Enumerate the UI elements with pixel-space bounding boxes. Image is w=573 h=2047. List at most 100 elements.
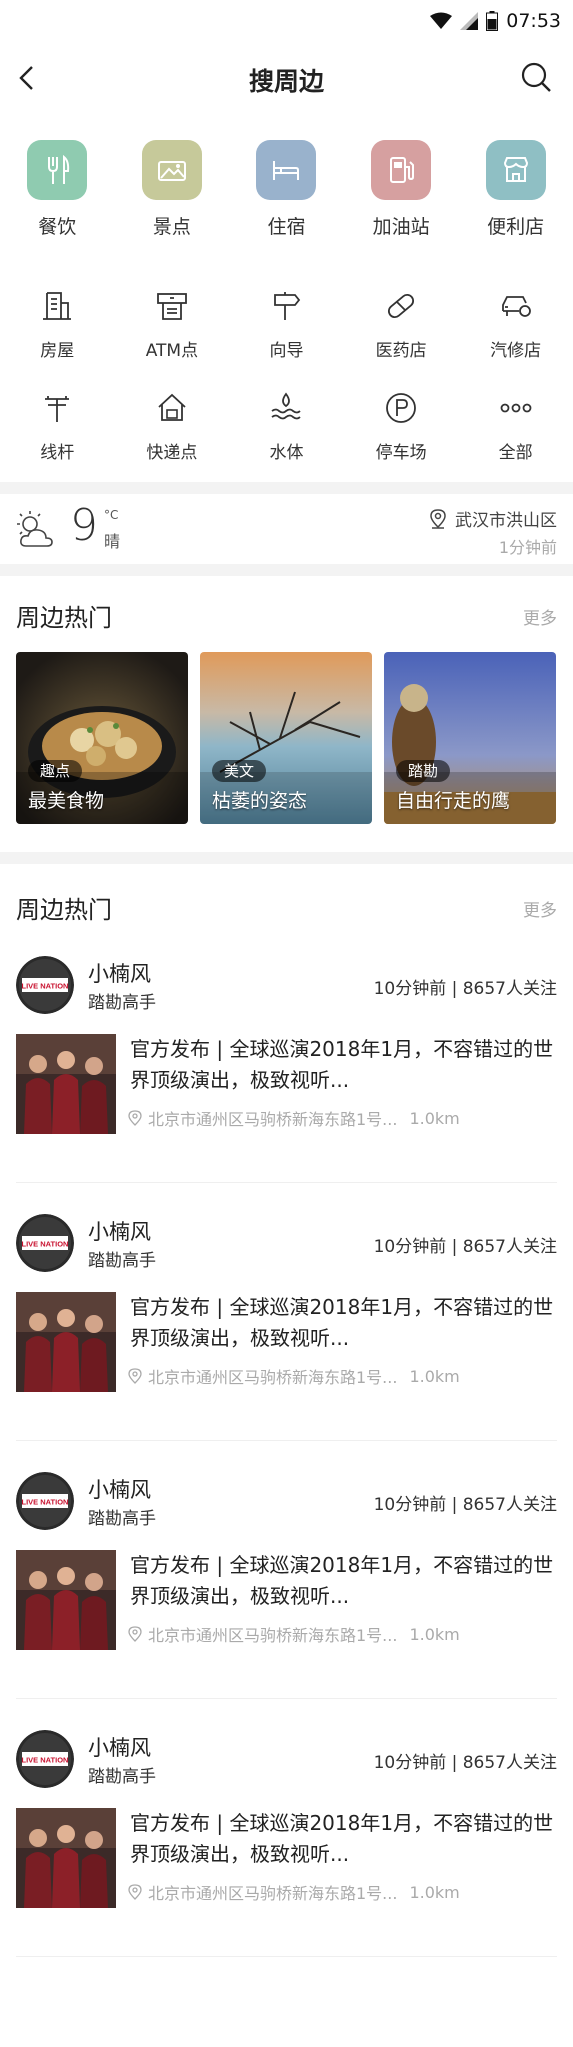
live-nation-logo: LIVE NATION	[16, 1472, 74, 1530]
grid-label: 汽修店	[490, 341, 542, 361]
post-title[interactable]: 官方发布 | 全球巡演2018年1月，不容错过的世界顶级演出，极致视听...	[130, 1808, 560, 1870]
grid-label: 快递点	[146, 443, 198, 463]
avatar-logo-text: LIVE NATION	[22, 1498, 69, 1507]
weather-temperature: 9	[70, 500, 98, 551]
hot-card-food[interactable]: 趣点 最美食物	[16, 652, 188, 824]
location-pin-icon	[430, 508, 446, 529]
utensils-icon	[27, 140, 88, 200]
post-address: 北京市通州区马驹桥新海东路1号... 1.0km	[128, 1622, 460, 1646]
building-icon	[37, 286, 77, 326]
distance-text: 1.0km	[409, 1882, 460, 1902]
grid-item-parking[interactable]: 停车场	[344, 388, 459, 468]
user-name: 小楠风	[88, 1736, 151, 1760]
pill-icon	[381, 286, 421, 326]
more-link[interactable]: 更多	[523, 604, 557, 629]
location[interactable]: 武汉市洪山区	[429, 506, 557, 531]
hot-card-article[interactable]: 美文 枯萎的姿态	[200, 652, 372, 824]
hot-card-title: 最美食物	[28, 790, 105, 812]
category-label: 便利店	[487, 216, 545, 238]
service-grid-row-1: 房屋 ATM点 向导 医药店 汽修店	[0, 286, 573, 366]
location-pin-icon	[128, 1884, 142, 1900]
user-role: 踏勘高手	[88, 1509, 156, 1529]
live-nation-logo: LIVE NATION	[16, 1214, 74, 1272]
grid-item-guide[interactable]: 向导	[229, 286, 344, 366]
category-label: 景点	[152, 216, 191, 238]
more-link[interactable]: 更多	[523, 896, 557, 921]
grid-item-pole[interactable]: 线杆	[0, 388, 115, 468]
section-divider	[0, 564, 573, 576]
distance-text: 1.0km	[409, 1108, 460, 1128]
band-photo	[16, 1550, 116, 1650]
post-meta: 10分钟前 | 8657人关注	[373, 979, 557, 999]
fuel-pump-icon	[371, 140, 432, 200]
hot-card-explore[interactable]: 踏勘 自由行走的鹰	[384, 652, 556, 824]
location-pin-icon	[128, 1368, 142, 1384]
location-pin-icon	[128, 1110, 142, 1126]
row-divider	[16, 1182, 557, 1183]
row-divider	[16, 1956, 557, 1957]
band-photo	[16, 1808, 116, 1908]
post-title[interactable]: 官方发布 | 全球巡演2018年1月，不容错过的世界顶级演出，极致视听...	[130, 1292, 560, 1354]
utility-pole-icon	[37, 388, 77, 428]
category-label: 加油站	[372, 216, 430, 238]
grid-label: ATM点	[145, 341, 199, 361]
avatar[interactable]: LIVE NATION	[16, 1472, 74, 1530]
package-house-icon	[152, 388, 192, 428]
grid-item-all[interactable]: 全部	[458, 388, 573, 468]
user-name: 小楠风	[88, 1220, 151, 1244]
landscape-icon	[141, 140, 202, 200]
post-thumbnail[interactable]	[16, 1550, 116, 1650]
category-convenience-store[interactable]: 便利店	[458, 140, 573, 244]
row-divider	[16, 1698, 557, 1699]
hot-card-row: 趣点 最美食物 美文 枯萎的姿态 踏勘 自由行走的鹰	[16, 652, 557, 824]
grid-item-water[interactable]: 水体	[229, 388, 344, 468]
post-title[interactable]: 官方发布 | 全球巡演2018年1月，不容错过的世界顶级演出，极致视听...	[130, 1550, 560, 1612]
car-repair-icon	[496, 286, 536, 326]
distance-text: 1.0km	[409, 1624, 460, 1644]
wifi-icon	[430, 12, 453, 29]
post-title[interactable]: 官方发布 | 全球巡演2018年1月，不容错过的世界顶级演出，极致视听...	[130, 1034, 560, 1096]
category-gas-station[interactable]: 加油站	[344, 140, 459, 244]
user-role: 踏勘高手	[88, 1767, 156, 1787]
grid-item-housing[interactable]: 房屋	[0, 286, 115, 366]
grid-label: 全部	[498, 443, 533, 463]
grid-label: 水体	[269, 443, 304, 463]
category-dining[interactable]: 餐饮	[0, 140, 115, 244]
weather-unit: °C	[104, 508, 119, 522]
hot-card-tag: 趣点	[28, 760, 83, 782]
battery-icon	[486, 11, 499, 31]
hot-card-tag: 美文	[212, 760, 267, 782]
address-text: 北京市通州区马驹桥新海东路1号...	[148, 1884, 398, 1903]
avatar[interactable]: LIVE NATION	[16, 1214, 74, 1272]
live-nation-logo: LIVE NATION	[16, 1730, 74, 1788]
grid-label: 医药店	[375, 341, 427, 361]
location-updated-time: 1分钟前	[498, 538, 557, 557]
post-thumbnail[interactable]	[16, 1292, 116, 1392]
feed-item[interactable]: LIVE NATION 小楠风 踏勘高手 10分钟前 | 8657人关注 官方发…	[0, 956, 573, 1214]
water-icon	[266, 388, 306, 428]
post-address: 北京市通州区马驹桥新海东路1号... 1.0km	[128, 1880, 460, 1904]
category-label: 住宿	[267, 216, 306, 238]
grid-item-atm[interactable]: ATM点	[115, 286, 230, 366]
location-pin-icon	[128, 1626, 142, 1642]
category-scenic[interactable]: 景点	[115, 140, 230, 244]
grid-item-car-repair[interactable]: 汽修店	[458, 286, 573, 366]
location-name: 武汉市洪山区	[455, 511, 557, 531]
search-icon[interactable]	[519, 60, 555, 96]
category-lodging[interactable]: 住宿	[229, 140, 344, 244]
avatar[interactable]: LIVE NATION	[16, 956, 74, 1014]
grid-item-pharmacy[interactable]: 医药店	[344, 286, 459, 366]
post-thumbnail[interactable]	[16, 1034, 116, 1134]
user-name: 小楠风	[88, 1478, 151, 1502]
post-thumbnail[interactable]	[16, 1808, 116, 1908]
feed-item[interactable]: LIVE NATION 小楠风 踏勘高手 10分钟前 | 8657人关注 官方发…	[0, 1214, 573, 1472]
sun-cloud-icon	[17, 511, 53, 547]
address-text: 北京市通州区马驹桥新海东路1号...	[148, 1626, 398, 1645]
feed-item[interactable]: LIVE NATION 小楠风 踏勘高手 10分钟前 | 8657人关注 官方发…	[0, 1472, 573, 1730]
service-grid-row-2: 线杆 快递点 水体 停车场 全部	[0, 388, 573, 468]
page-title: 搜周边	[248, 67, 324, 96]
grid-item-express[interactable]: 快递点	[115, 388, 230, 468]
avatar-logo-text: LIVE NATION	[22, 1756, 69, 1765]
feed-item[interactable]: LIVE NATION 小楠风 踏勘高手 10分钟前 | 8657人关注 官方发…	[0, 1730, 573, 1988]
avatar[interactable]: LIVE NATION	[16, 1730, 74, 1788]
